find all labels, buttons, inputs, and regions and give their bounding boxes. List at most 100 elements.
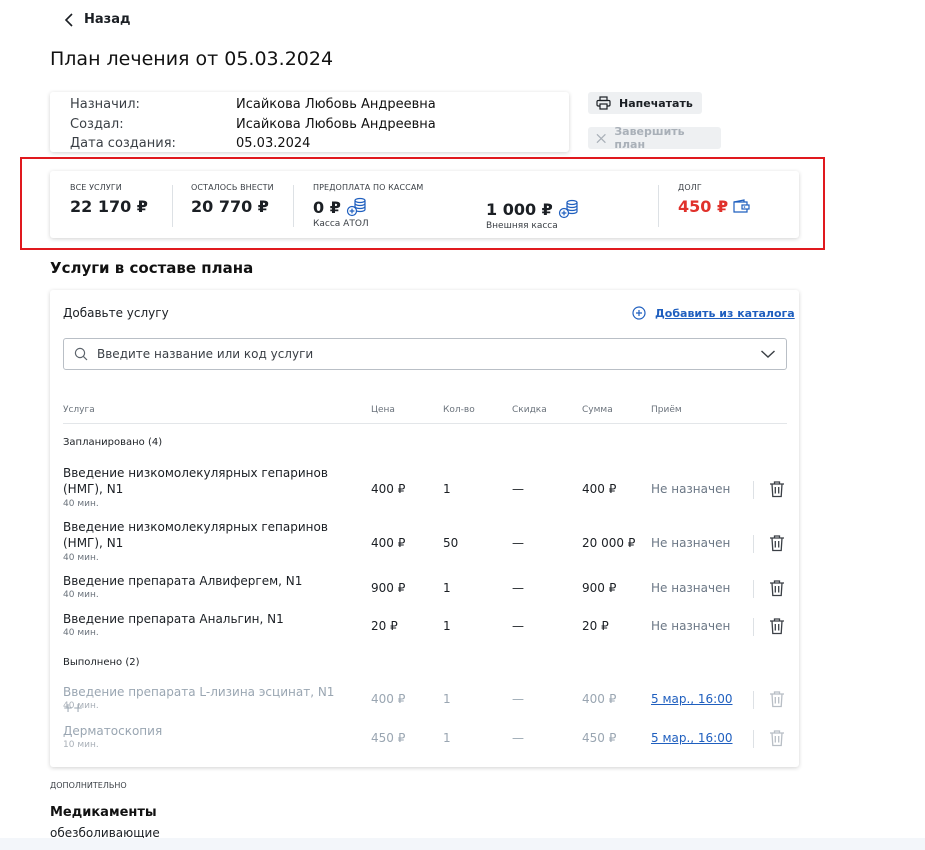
finish-label: Завершить план [614, 125, 685, 151]
trash-icon[interactable] [769, 534, 785, 552]
row-divider [753, 580, 754, 598]
summary-value: 0 ₽ [313, 197, 423, 217]
trash-icon [770, 691, 784, 708]
summary-caption: ПРЕДОПЛАТА ПО КАССАМ [313, 183, 424, 192]
service-price: 20 ₽ [371, 619, 398, 633]
plus-circle-icon [632, 306, 646, 320]
kassa2-name: Внешняя касса [486, 221, 558, 231]
appointment-link[interactable]: 5 мар., 16:00 [651, 731, 733, 745]
close-icon [596, 133, 606, 143]
print-label: Напечатать [619, 96, 693, 110]
service-sum: 400 ₽ [582, 692, 617, 706]
column-header-price: Цена [371, 405, 395, 415]
chevron-left-icon [64, 12, 73, 27]
appointment-status: Не назначен [651, 536, 731, 550]
summary-caption: ВСЕ УСЛУГИ [70, 183, 122, 192]
medications-title: Медикаменты [50, 805, 157, 820]
service-duration: 10 мин. [63, 740, 99, 750]
summary-all-value: 22 170 ₽ [70, 197, 148, 216]
service-sum: 450 ₽ [582, 731, 617, 745]
column-header-qty: Кол-во [443, 405, 475, 415]
column-header-discount: Скидка [512, 405, 547, 415]
service-search-input[interactable] [97, 347, 717, 361]
info-label: Дата создания: [70, 136, 176, 152]
kassa1-value: 0 ₽ [313, 197, 341, 217]
service-sum: 20 000 ₽ [582, 536, 636, 550]
service-qty: 1 [443, 581, 451, 595]
column-header-service: Услуга [63, 405, 95, 415]
info-row-assigned: Назначил: Исайкова Любовь Андреевна [70, 95, 569, 115]
kassa2-value: 1 000 ₽ [486, 199, 553, 219]
debt-value: 450 ₽ [678, 197, 729, 216]
service-qty: 1 [443, 731, 451, 745]
summary-value: 450 ₽ [678, 197, 751, 216]
info-value: Исайкова Любовь Андреевна [236, 97, 436, 113]
column-header-appointment: Приём [651, 405, 682, 415]
summary-divider [172, 185, 173, 227]
header-divider [63, 423, 787, 424]
bottom-band [0, 838, 925, 850]
kassa1-name: Касса АТОЛ [313, 219, 369, 229]
trash-icon [770, 730, 784, 747]
service-price: 900 ₽ [371, 581, 406, 595]
summary-value: 22 170 ₽ [70, 197, 148, 216]
services-section-title: Услуги в составе плана [50, 259, 254, 277]
appointment-link[interactable]: 5 мар., 16:00 [651, 692, 733, 706]
coins-add-icon[interactable] [558, 199, 580, 219]
back-link[interactable]: Назад [64, 12, 130, 27]
service-price: 400 ₽ [371, 482, 406, 496]
add-from-catalog-link[interactable]: Добавить из каталога [632, 306, 795, 320]
finish-plan-button[interactable]: Завершить план [588, 125, 721, 151]
service-price: 450 ₽ [371, 731, 406, 745]
summary-caption: ОСТАЛОСЬ ВНЕСТИ [191, 183, 274, 192]
appointment-status: Не назначен [651, 482, 731, 496]
group-title-planned: Запланировано (4) [63, 437, 163, 448]
service-qty: 50 [443, 536, 459, 550]
service-duration: 40 мин. [63, 553, 99, 563]
trash-icon[interactable] [769, 579, 785, 597]
printer-icon [596, 96, 611, 110]
service-price: 400 ₽ [371, 692, 406, 706]
print-button[interactable]: Напечатать [588, 92, 702, 114]
summary-remaining: ОСТАЛОСЬ ВНЕСТИ 20 770 ₽ [191, 183, 274, 216]
summary-caption: ДОЛГ [678, 183, 702, 192]
service-name: Введение препарата L-лизина эсцинат, N1 … [63, 685, 335, 715]
page-title: План лечения от 05.03.2024 [50, 48, 334, 70]
trash-icon[interactable] [769, 617, 785, 635]
row-divider [753, 481, 754, 499]
chevron-down-icon[interactable] [760, 348, 776, 360]
service-name: Введение препарата Анальгин, N1 [63, 612, 284, 626]
service-discount: — [512, 581, 524, 595]
summary-debt: ДОЛГ 450 ₽ [678, 183, 751, 216]
services-card: Добавьте услугу Добавить из каталога Усл… [50, 290, 799, 767]
service-search-combobox[interactable] [63, 338, 787, 370]
service-discount: — [512, 482, 524, 496]
service-price: 400 ₽ [371, 536, 406, 550]
service-duration: 40 мин. [63, 590, 99, 600]
service-qty: 1 [443, 482, 451, 496]
summary-prepay-kassa1: ПРЕДОПЛАТА ПО КАССАМ 0 ₽ Касса АТОЛ [313, 183, 423, 229]
info-row-created-by: Создал: Исайкова Любовь Андреевна [70, 115, 569, 135]
appointment-status: Не назначен [651, 619, 731, 633]
service-duration: 40 мин. [63, 701, 99, 711]
catalog-link-label: Добавить из каталога [655, 306, 795, 320]
row-divider [753, 535, 754, 553]
service-qty: 1 [443, 619, 451, 633]
wallet-icon[interactable] [733, 199, 751, 214]
summary-prepay-kassa2: 1 000 ₽ Внешняя касса [486, 194, 580, 231]
extra-caption: ДОПОЛНИТЕЛЬНО [50, 781, 127, 790]
service-name: Введение препарата Алвифергем, N1 [63, 574, 303, 588]
add-service-label: Добавьте услугу [63, 306, 169, 320]
service-name: Введение низкомолекулярных гепаринов (НМ… [63, 520, 328, 550]
payment-summary-card: ВСЕ УСЛУГИ 22 170 ₽ ОСТАЛОСЬ ВНЕСТИ 20 7… [50, 171, 799, 238]
service-sum: 400 ₽ [582, 482, 617, 496]
info-value: Исайкова Любовь Андреевна [236, 116, 436, 132]
trash-icon[interactable] [769, 480, 785, 498]
service-duration: 40 мин. [63, 499, 99, 509]
coins-add-icon[interactable] [346, 197, 368, 217]
summary-divider [293, 185, 294, 227]
plan-info-card: Назначил: Исайкова Любовь Андреевна Созд… [50, 92, 569, 152]
row-divider [753, 691, 754, 709]
service-discount: — [512, 536, 524, 550]
service-sum: 20 ₽ [582, 619, 609, 633]
